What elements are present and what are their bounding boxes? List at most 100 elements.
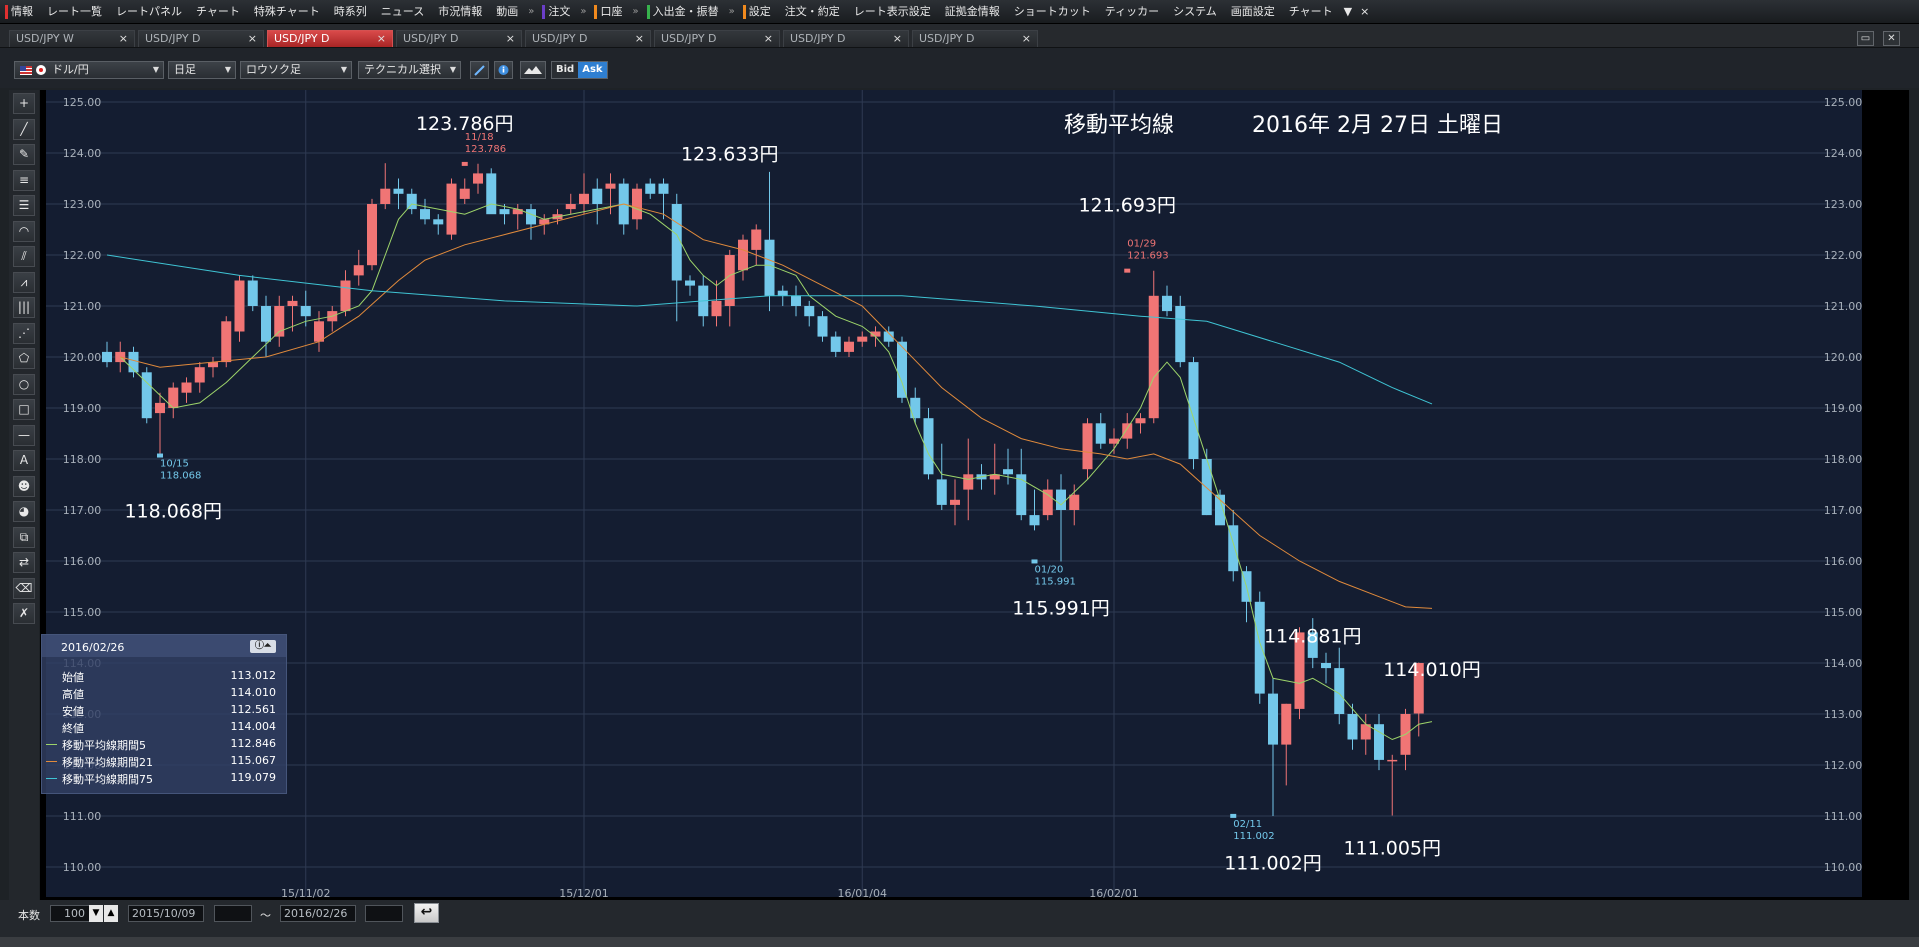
technical-select[interactable]: テクニカル選択 ▼ — [358, 61, 461, 79]
ruler-icon[interactable]: ✎ — [13, 144, 35, 165]
text-icon[interactable]: A — [13, 450, 35, 471]
bar-count-field[interactable]: 100 — [50, 905, 90, 922]
erase-all-icon[interactable]: ✗ — [13, 603, 35, 624]
chart-type-label: ロウソク足 — [246, 63, 301, 76]
candle-down — [526, 209, 536, 225]
info-button[interactable] — [494, 61, 513, 79]
tab-usdjpy-2[interactable]: USD/JPY D × — [267, 30, 393, 47]
bid-toggle[interactable]: Bid — [552, 62, 578, 78]
price-annotation: 123.786円 — [416, 113, 514, 135]
horizontal-line-icon[interactable]: — — [13, 424, 35, 446]
menu-item-14[interactable]: レート表示設定 — [847, 0, 938, 24]
candle-up — [340, 280, 351, 312]
to-time-field[interactable] — [365, 905, 403, 922]
tab-close-icon[interactable]: × — [635, 31, 644, 47]
reload-button[interactable]: ↩ — [414, 903, 439, 923]
menu-close-icon[interactable]: × — [1356, 0, 1373, 24]
tab-close-icon[interactable]: × — [377, 31, 386, 47]
menu-item-7[interactable]: 市況情報 — [431, 0, 489, 24]
info-row-label: 始値 — [62, 671, 84, 684]
count-up-icon[interactable]: ▲ — [104, 905, 118, 922]
extreme-marker — [1124, 268, 1131, 273]
erase-icon[interactable]: ⌫ — [13, 577, 35, 599]
tab-close-icon[interactable]: × — [893, 31, 902, 47]
pencil-button[interactable] — [470, 61, 489, 79]
y-tick-label-left: 119.00 — [63, 402, 102, 415]
tab-usdjpy-1[interactable]: USD/JPY D × — [138, 30, 264, 47]
pencil-icon — [474, 65, 485, 76]
menu-item-11[interactable]: 入出金・振替 — [642, 0, 726, 24]
menu-item-16[interactable]: ショートカット — [1007, 0, 1098, 24]
menu-item-label: チャート — [196, 4, 240, 18]
menu-item-6[interactable]: ニュース — [374, 0, 431, 24]
tab-usdjpy-3[interactable]: USD/JPY D × — [396, 30, 522, 47]
tab-usdjpy-5[interactable]: USD/JPY D × — [654, 30, 780, 47]
info-row: 終値 114.004 — [42, 720, 286, 736]
tab-usdjpy-4[interactable]: USD/JPY D × — [525, 30, 651, 47]
tab-close-icon[interactable]: × — [764, 31, 773, 47]
menu-item-2[interactable]: レートパネル — [109, 0, 189, 24]
menu-more-icon[interactable]: ▼ — [1340, 0, 1356, 24]
channel-icon[interactable]: ⩘ — [13, 271, 35, 293]
tab-usdjpy-0[interactable]: USD/JPY W × — [9, 30, 135, 47]
tab-usdjpy-7[interactable]: USD/JPY D × — [912, 30, 1038, 47]
currency-pair-select[interactable]: ドル/円 ▼ — [14, 61, 164, 79]
chart-area[interactable]: 125.00 125.00 124.00 124.00 123.00 123.00 122.… — [40, 90, 1909, 900]
ask-toggle[interactable]: Ask — [578, 62, 607, 78]
close-window-icon[interactable]: ✕ — [1883, 31, 1900, 46]
restore-window-icon[interactable]: ▭ — [1857, 31, 1874, 46]
rectangle-icon[interactable]: □ — [13, 399, 35, 420]
candle-down — [1056, 489, 1066, 510]
menu-item-5[interactable]: 時系列 — [327, 0, 374, 24]
horizontal-lines-icon[interactable]: ≡ — [13, 169, 35, 191]
multi-lines-icon[interactable]: ☰ — [13, 195, 35, 216]
tab-close-icon[interactable]: × — [1022, 31, 1031, 47]
info-box-toggle-button[interactable]: ⓘ⏶ — [250, 640, 276, 653]
menu-item-10[interactable]: 口座 — [589, 0, 629, 24]
paint-icon[interactable]: ◕ — [13, 501, 35, 522]
menu-item-15[interactable]: 証拠金情報 — [938, 0, 1007, 24]
jp-flag-icon — [35, 65, 46, 75]
crosshair-icon[interactable]: + — [13, 93, 35, 114]
circle-icon[interactable]: ○ — [13, 373, 35, 395]
menu-item-20[interactable]: チャート — [1282, 0, 1340, 24]
tab-close-icon[interactable]: × — [506, 31, 515, 47]
fan-lines-icon[interactable]: ⫽ — [13, 246, 35, 267]
candlestick-chart[interactable]: 125.00 125.00 124.00 124.00 123.00 123.00 122.… — [40, 90, 1909, 900]
menu-item-19[interactable]: 画面設定 — [1224, 0, 1282, 24]
from-time-field[interactable] — [214, 905, 252, 922]
menu-item-17[interactable]: ティッカー — [1098, 0, 1166, 24]
candle-up — [632, 188, 642, 220]
vertical-lines-icon[interactable]: ||| — [13, 297, 35, 318]
toggle-icon[interactable]: ⇄ — [13, 552, 35, 573]
menu-item-18[interactable]: システム — [1166, 0, 1224, 24]
fibonacci-arc-icon[interactable]: ◠ — [13, 220, 35, 242]
candle-up — [367, 204, 377, 266]
candle-down — [102, 351, 112, 363]
trend-line-icon[interactable]: ╱ — [13, 118, 35, 140]
icon-icon[interactable]: ☻ — [13, 475, 35, 497]
menu-item-0[interactable]: 情報 — [0, 0, 40, 24]
menu-item-4[interactable]: 特殊チャート — [247, 0, 327, 24]
tab-close-icon[interactable]: × — [248, 31, 257, 47]
extreme-date-label: 10/15 — [160, 459, 189, 470]
to-date-field[interactable]: 2016/02/26 — [280, 905, 356, 922]
copy-icon[interactable]: ⧉ — [13, 526, 35, 548]
count-down-icon[interactable]: ▼ — [89, 905, 103, 922]
pentagon-icon[interactable]: ⬠ — [13, 348, 35, 369]
tab-usdjpy-6[interactable]: USD/JPY D × — [783, 30, 909, 47]
menu-item-13[interactable]: 注文・約定 — [778, 0, 847, 24]
chart-type-select[interactable]: ロウソク足 ▼ — [240, 61, 352, 79]
volume-button[interactable] — [520, 61, 546, 79]
menu-item-1[interactable]: レート一覧 — [40, 0, 109, 24]
menu-color-mark — [742, 4, 746, 19]
bid-ask-toggle[interactable]: Bid Ask — [551, 61, 608, 79]
menu-item-9[interactable]: 注文 — [537, 0, 577, 24]
menu-item-12[interactable]: 設定 — [738, 0, 778, 24]
timeframe-select[interactable]: 日足 ▼ — [168, 61, 236, 79]
pitchfork-icon[interactable]: ⋰ — [13, 322, 35, 344]
menu-item-8[interactable]: 動画 — [489, 0, 525, 24]
from-date-field[interactable]: 2015/10/09 — [128, 905, 204, 922]
tab-close-icon[interactable]: × — [119, 31, 128, 47]
menu-item-3[interactable]: チャート — [189, 0, 247, 24]
